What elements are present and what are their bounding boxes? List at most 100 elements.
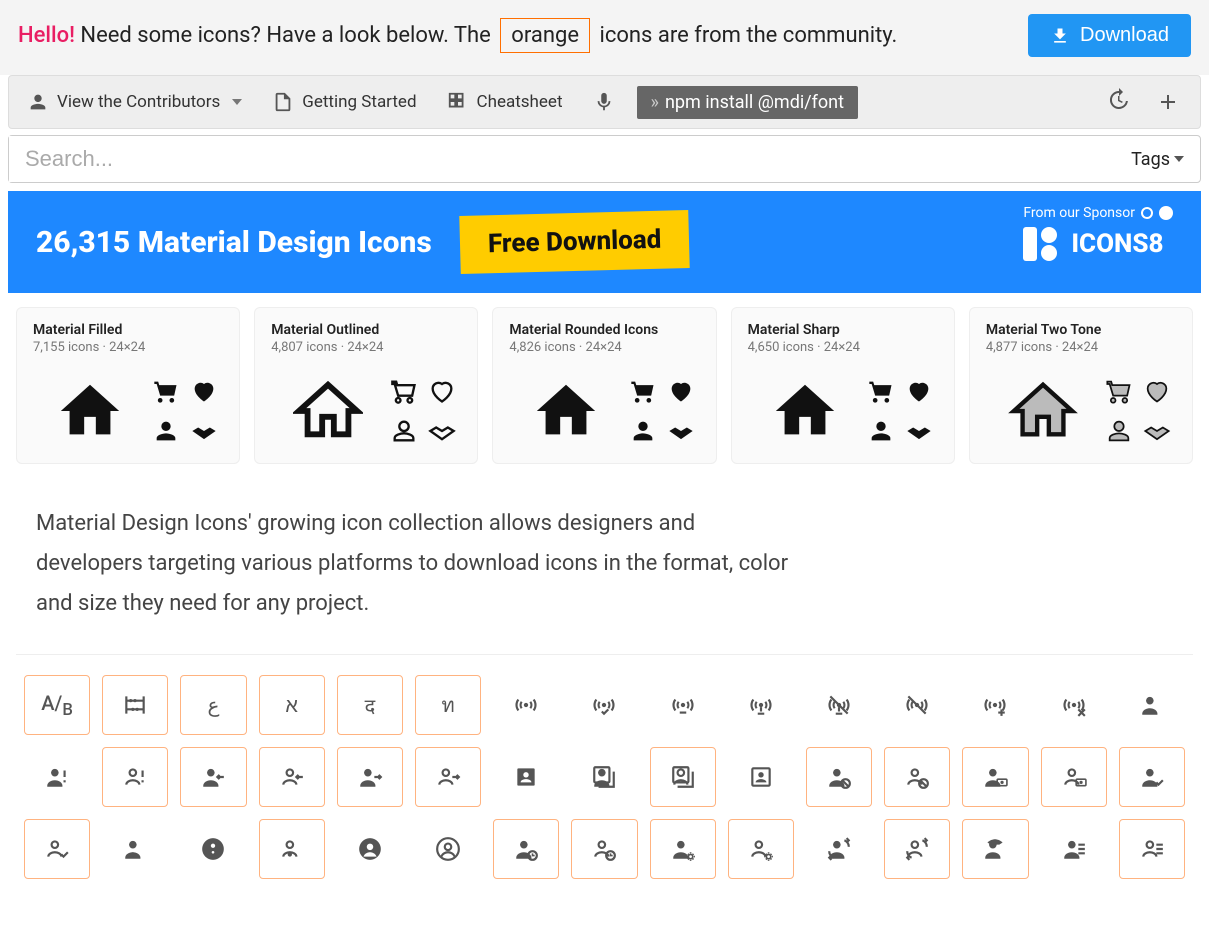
icon-access-point-remove[interactable] [1041,675,1107,735]
style-card-material-sharp[interactable]: Material Sharp 4,650 icons · 24×24 [731,307,955,464]
heart-icon [185,371,223,411]
home-icon [748,371,862,451]
icon-grid: A/B عאदท [24,675,1185,879]
icon-account-alert-outline[interactable] [102,747,168,807]
icon-account-cog[interactable] [650,819,716,879]
icon-account-convert-outline[interactable] [884,819,950,879]
style-cards-row: Material Filled 7,155 icons · 24×24 Mate… [16,307,1193,464]
card-title: Material Two Tone [986,322,1176,338]
icon-account-arrow-left-outline[interactable] [259,747,325,807]
download-button[interactable]: Download [1028,14,1191,57]
person-icon [27,91,49,113]
style-card-material-outlined[interactable]: Material Outlined 4,807 icons · 24×24 [254,307,478,464]
icon-account-box[interactable] [493,747,559,807]
icons8-mark-icon [1023,227,1057,261]
npm-install-chip[interactable]: » npm install @mdi/font [637,86,859,119]
heart-icon [900,371,938,411]
style-card-material-two-tone[interactable]: Material Two Tone 4,877 icons · 24×24 [969,307,1193,464]
person-icon [385,411,423,451]
icon-account-cancel-outline[interactable] [884,747,950,807]
icon-account-convert[interactable] [806,819,872,879]
icon-abacus[interactable] [102,675,168,735]
card-subtitle: 4,650 icons · 24×24 [748,340,938,355]
icon-account-arrow-right[interactable] [337,747,403,807]
chevron-right-icon: » [651,92,659,113]
icon-account-box-multiple[interactable] [571,747,637,807]
icon-access-point-off[interactable] [884,675,950,735]
style-card-material-filled[interactable]: Material Filled 7,155 icons · 24×24 [16,307,240,464]
icon-account-circle[interactable] [337,819,403,879]
card-title: Material Outlined [271,322,461,338]
person-icon [624,411,662,451]
icon-abjad-hebrew[interactable]: א [259,675,325,735]
icon-access-point-network-off[interactable] [806,675,872,735]
icon-abugida-devanagari[interactable]: द [337,675,403,735]
icon-account-child-outline[interactable] [259,819,325,879]
getting-started-link[interactable]: Getting Started [264,85,424,119]
icon-access-point[interactable] [493,675,559,735]
card-title: Material Rounded Icons [509,322,699,338]
history-button[interactable] [1100,82,1136,122]
contributors-dropdown[interactable]: View the Contributors [19,85,250,119]
person-icon [1100,411,1138,451]
tags-dropdown[interactable]: Tags [1115,139,1200,180]
caret-down-icon [232,99,242,105]
banner-text: Hello! Need some icons? Have a look belo… [18,18,1028,53]
icon-account-cash[interactable] [962,747,1028,807]
cheatsheet-link[interactable]: Cheatsheet [439,85,571,119]
person-icon [862,411,900,451]
home-icon [33,371,147,451]
heart-icon [662,371,700,411]
icon-account-details[interactable] [1041,819,1107,879]
icon-account-box-outline[interactable] [728,747,794,807]
style-card-material-rounded-icons[interactable]: Material Rounded Icons 4,826 icons · 24×… [492,307,716,464]
icon-account-cog-outline[interactable] [728,819,794,879]
icon-account-alert[interactable] [24,747,90,807]
icon-access-point-check[interactable] [571,675,637,735]
icon-ab-testing[interactable]: A/B [24,675,90,735]
icon-account-cowboy-hat[interactable] [962,819,1028,879]
sponsor-banner[interactable]: 26,315 Material Design Icons Free Downlo… [8,191,1201,293]
icon-account-circle-outline[interactable] [415,819,481,879]
edit-button[interactable] [585,85,623,119]
handshake-icon [1138,411,1176,451]
icon-account-child-circle[interactable] [180,819,246,879]
icon-account-box-multiple-outline[interactable] [650,747,716,807]
icon-abugida-thai[interactable]: ท [415,675,481,735]
document-icon [272,91,294,113]
card-title: Material Sharp [748,322,938,338]
icon-account-child[interactable] [102,819,168,879]
heart-icon [1138,371,1176,411]
grid-icon [447,91,469,113]
handshake-icon [423,411,461,451]
microphone-icon [593,91,615,113]
icon-account-arrow-left[interactable] [180,747,246,807]
icon-access-point-plus[interactable] [962,675,1028,735]
add-dropdown[interactable] [1150,84,1190,120]
icon-account-clock-outline[interactable] [571,819,637,879]
icon-account[interactable] [1119,675,1185,735]
free-download-badge[interactable]: Free Download [459,210,690,274]
search-input[interactable] [9,136,1115,182]
home-icon [986,371,1100,451]
cart-icon [147,371,185,411]
icon-account-check[interactable] [1119,747,1185,807]
icon-account-cash-outline[interactable] [1041,747,1107,807]
card-title: Material Filled [33,322,223,338]
icon-account-check-outline[interactable] [24,819,90,879]
caret-down-icon [1174,156,1184,162]
history-icon [1106,88,1130,112]
icon-access-point-minus[interactable] [650,675,716,735]
icon-account-cancel[interactable] [806,747,872,807]
icon-access-point-network[interactable] [728,675,794,735]
icon-account-arrow-right-outline[interactable] [415,747,481,807]
sponsor-title: 26,315 Material Design Icons [36,225,432,260]
icon-account-clock[interactable] [493,819,559,879]
plus-icon [1156,90,1180,114]
icon-account-details-outline[interactable] [1119,819,1185,879]
section-divider [16,654,1193,655]
cart-icon [862,371,900,411]
person-icon [147,411,185,451]
home-icon [271,371,385,451]
icon-abjad-arabic[interactable]: ع [180,675,246,735]
